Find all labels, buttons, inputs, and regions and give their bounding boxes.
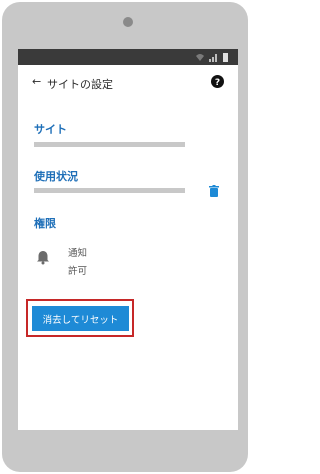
- bell-icon: [37, 251, 49, 265]
- status-bar: [18, 49, 238, 65]
- highlight-box: [26, 299, 134, 337]
- device-frame: ← サイトの設定 ? サイト 使用状況 権限 通知 許可 消去してリセット: [2, 2, 248, 472]
- app-screen: ← サイトの設定 ? サイト 使用状況 権限 通知 許可 消去してリセット: [18, 49, 238, 430]
- back-arrow-icon[interactable]: ←: [32, 75, 41, 88]
- wifi-icon: [196, 54, 204, 61]
- camera-icon: [123, 17, 133, 27]
- signal-icon: [209, 54, 217, 62]
- status-icons: [195, 53, 231, 62]
- site-url-placeholder: [34, 142, 185, 147]
- page-title: サイトの設定: [47, 78, 113, 91]
- usage-heading: 使用状況: [34, 170, 78, 183]
- trash-icon[interactable]: [209, 185, 219, 197]
- permission-value[interactable]: 許可: [68, 263, 87, 277]
- permissions-heading: 権限: [34, 217, 56, 230]
- site-heading: サイト: [34, 123, 67, 136]
- usage-placeholder: [34, 188, 185, 193]
- battery-icon: [223, 53, 228, 62]
- help-circle-icon[interactable]: ?: [211, 75, 224, 88]
- svg-text:?: ?: [215, 78, 220, 88]
- permission-name: 通知: [68, 248, 88, 259]
